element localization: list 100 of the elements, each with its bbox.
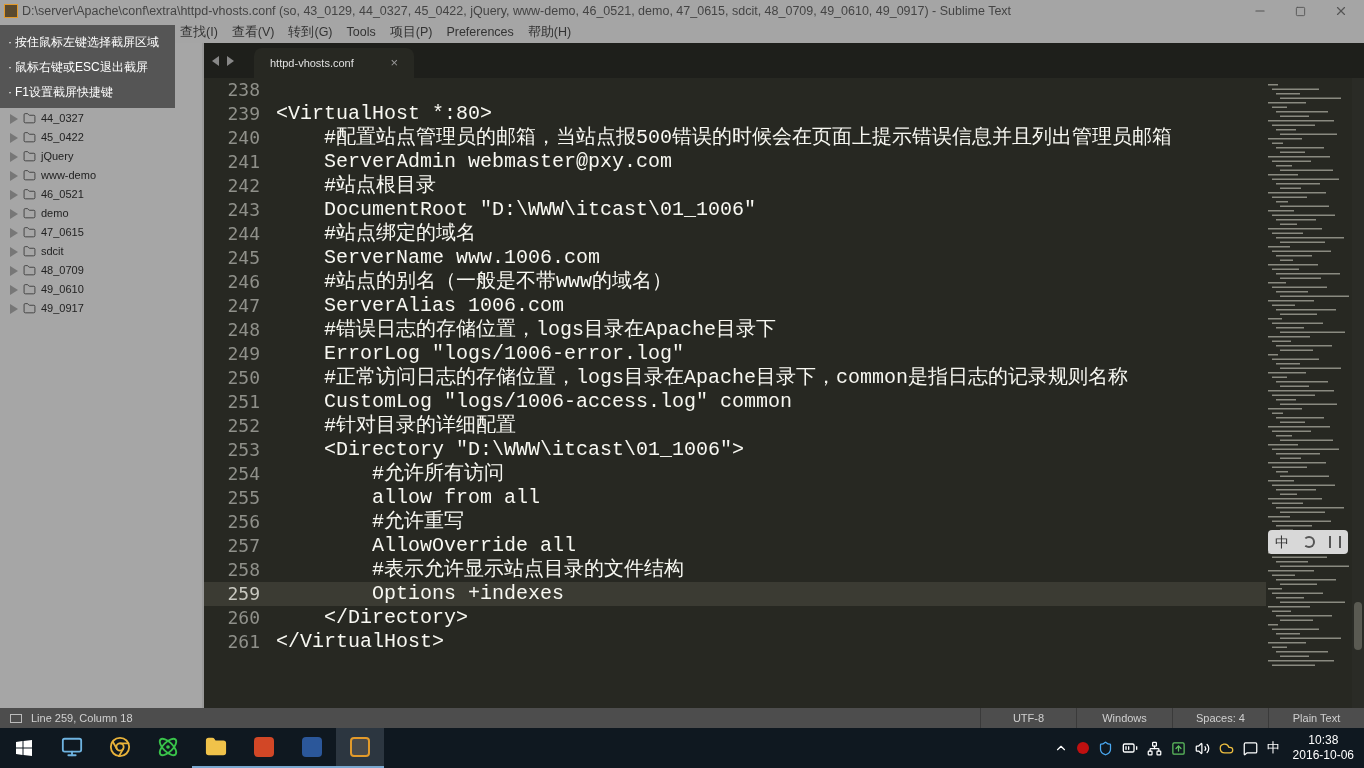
bullet-mark: · [8, 83, 12, 101]
menu-item[interactable]: 查看(V) [231, 23, 275, 42]
app-icon [4, 4, 18, 18]
windows-logo-icon [16, 740, 32, 756]
code-line: #表示允许显示站点目录的文件结构 [372, 558, 684, 582]
code-line: </VirtualHost> [276, 630, 445, 654]
panel-toggle-icon[interactable] [10, 713, 22, 723]
folder-icon [23, 264, 36, 277]
cursor-position: Line 259, Column 18 [31, 710, 133, 726]
line-number: 255 [226, 486, 261, 510]
code-line: #站点绑定的域名 [324, 222, 476, 246]
line-number: 249 [226, 342, 261, 366]
clock-date[interactable]: 2016-10-06 [1292, 748, 1354, 763]
code-line: #配置站点管理员的邮箱，当站点报500错误的时候会在页面上提示错误信息并且列出管理员邮箱 [324, 126, 1172, 150]
line-number: 244 [226, 222, 261, 246]
close-icon[interactable] [1334, 4, 1348, 18]
cloud-icon[interactable] [1218, 740, 1234, 756]
code-line: ServerAdmin webmaster@pxy.com [324, 150, 673, 174]
line-number: 252 [226, 414, 261, 438]
folder-icon [23, 188, 36, 201]
code-line: #针对目录的详细配置 [324, 414, 516, 438]
menu-item[interactable]: 帮助(H) [527, 23, 572, 42]
folder-icon [23, 283, 36, 296]
browser-icon [109, 736, 131, 758]
hint-text: 鼠标右键或ESC退出截屏 [15, 58, 148, 76]
monitor-icon [61, 736, 83, 758]
previous-tab-icon[interactable] [212, 55, 219, 66]
folder-item[interactable]: www-demo [0, 166, 202, 185]
line-number: 241 [226, 150, 261, 174]
notification-icon[interactable] [1242, 740, 1258, 756]
hint-text: F1设置截屏快捷键 [15, 83, 113, 101]
folder-item[interactable]: demo [0, 204, 202, 223]
editor-app-icon [350, 737, 370, 757]
line-number: 258 [226, 558, 261, 582]
folder-icon [23, 150, 36, 163]
bullet-mark: · [8, 58, 12, 76]
line-number: 243 [226, 198, 261, 222]
folder-icon [23, 245, 36, 258]
clock-time[interactable]: 10:38 [1308, 733, 1339, 748]
window-title: D:\server\Apache\conf\extra\httpd-vhosts.conf (so, 43_0129, 44_0327, 45_0422, jQuery, www-demo, 46_0521, demo, 47_0615, sdcit, 48_0709, 49_0610, 49_0917) - Sublime Text [22, 2, 1012, 20]
input-language[interactable]: 中 [1266, 738, 1280, 758]
next-tab-icon[interactable] [227, 55, 234, 66]
folder-item[interactable]: 46_0521 [0, 185, 202, 204]
line-number: 254 [226, 462, 261, 486]
line-number: 246 [226, 270, 261, 294]
folder-item[interactable]: 45_0422 [0, 128, 202, 147]
code-line: ServerAlias 1006.com [324, 294, 565, 318]
line-number: 257 [226, 534, 261, 558]
collapsed-arrow-icon [10, 303, 18, 314]
folder-item[interactable]: jQuery [0, 147, 202, 166]
network-icon[interactable] [1146, 740, 1162, 756]
folder-icon [23, 169, 36, 182]
code-line: AllowOverride all [372, 534, 577, 558]
code-line: #允许所有访问 [372, 462, 504, 486]
taskbar-app[interactable] [336, 728, 384, 768]
folder-item[interactable]: 48_0709 [0, 261, 202, 280]
code-line: </Directory> [324, 606, 469, 630]
collapsed-arrow-icon [10, 151, 18, 162]
menu-item[interactable]: Preferences [446, 23, 514, 42]
collapsed-arrow-icon [10, 265, 18, 276]
menu-item[interactable]: Tools [346, 23, 376, 42]
menu-item[interactable]: 查找(I) [180, 23, 218, 42]
folder-item[interactable]: 47_0615 [0, 223, 202, 242]
close-tab-button[interactable]: × [390, 53, 398, 73]
code-line: #站点的别名（一般是不带www的域名） [324, 270, 672, 294]
folder-icon [23, 207, 36, 220]
folder-item[interactable]: 49_0917 [0, 299, 202, 318]
collapsed-arrow-icon [10, 227, 18, 238]
folder-icon [23, 131, 36, 144]
line-number: 250 [226, 366, 261, 390]
code-line: DocumentRoot "D:\WWW\itcast\01_1006" [324, 198, 757, 222]
volume-icon[interactable] [1194, 740, 1210, 756]
code-line: ErrorLog "logs/1006-error.log" [324, 342, 685, 366]
folder-item[interactable]: 49_0610 [0, 280, 202, 299]
hint-text: 按住鼠标左键选择截屏区域 [15, 33, 159, 51]
collapsed-arrow-icon [10, 208, 18, 219]
line-number: 253 [226, 438, 261, 462]
folder-icon [23, 112, 36, 125]
line-number: 248 [226, 318, 261, 342]
code-line: Options +indexes [372, 582, 565, 606]
shield-icon[interactable] [1097, 740, 1113, 756]
upload-icon[interactable] [1170, 740, 1186, 756]
input-mode-button[interactable]: 中 [1275, 531, 1289, 553]
folder-item[interactable]: sdcit [0, 242, 202, 261]
code-line: <VirtualHost *:80> [276, 102, 493, 126]
document-app-icon [302, 737, 322, 757]
line-number: 238 [226, 78, 261, 102]
battery-icon[interactable] [1121, 740, 1138, 756]
line-number: 256 [226, 510, 261, 534]
code-line: #错误日志的存储位置，logs目录在Apache目录下 [324, 318, 777, 342]
scrollbar-thumb[interactable] [1354, 602, 1362, 650]
code-line: #正常访问日志的存储位置，logs目录在Apache目录下，common是指日志的记录规则名称 [324, 366, 1129, 390]
record-icon[interactable] [1076, 742, 1089, 754]
slides-app-icon [254, 737, 274, 757]
menu-item[interactable]: 转到(G) [288, 23, 333, 42]
line-number: 247 [226, 294, 261, 318]
editor-tab[interactable]: httpd-vhosts.conf × [254, 48, 414, 78]
menu-item[interactable]: 项目(P) [389, 23, 433, 42]
code-line: ServerName www.1006.com [324, 246, 601, 270]
collapsed-arrow-icon [10, 170, 18, 181]
